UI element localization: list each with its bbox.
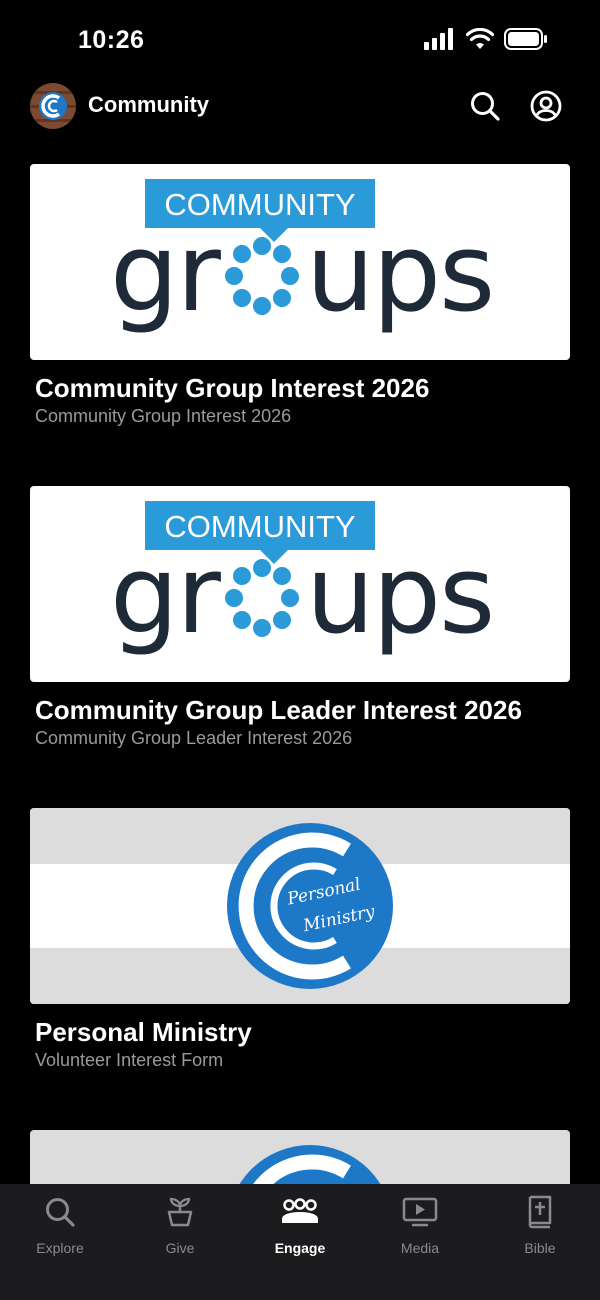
wifi-icon <box>466 28 494 49</box>
tab-label: Bible <box>524 1240 556 1256</box>
search-icon <box>46 1198 75 1227</box>
plant-icon <box>167 1197 193 1227</box>
signal-icon <box>424 28 453 50</box>
card-subtitle: Community Group Leader Interest 2026 <box>35 728 353 748</box>
card-community-group-interest[interactable]: COMMUNITY gr ups Community Group Interes… <box>30 164 570 426</box>
content-feed[interactable]: COMMUNITY gr ups Community Group Interes… <box>0 164 600 1184</box>
play-screen-icon <box>402 1197 438 1227</box>
tab-media[interactable]: Media <box>360 1194 480 1264</box>
search-button[interactable] <box>467 88 503 124</box>
profile-button[interactable] <box>528 88 564 124</box>
svg-text:gr: gr <box>110 211 222 336</box>
card-personal-ministry[interactable]: Personal Ministry Personal Ministry Volu… <box>30 808 570 1070</box>
tab-label: Engage <box>274 1240 326 1256</box>
user-circle-icon <box>530 90 562 122</box>
status-bar: 10:26 <box>0 0 600 80</box>
community-groups-logo-image: COMMUNITY gr ups <box>30 486 570 682</box>
card-title: Community Group Interest 2026 <box>35 373 430 403</box>
card-subtitle: Volunteer Interest Form <box>35 1050 224 1070</box>
tab-label: Explore <box>36 1240 84 1256</box>
personal-ministry-logo-image <box>30 1130 570 1184</box>
tab-engage[interactable]: Engage <box>240 1194 360 1264</box>
personal-ministry-logo-image: Personal Ministry <box>30 808 570 1004</box>
bible-icon <box>528 1195 552 1229</box>
status-icons <box>424 28 548 50</box>
community-groups-logo-image: COMMUNITY gr ups <box>30 164 570 360</box>
status-time: 10:26 <box>78 26 145 54</box>
page-title: Community <box>88 92 209 117</box>
tab-bible[interactable]: Bible <box>480 1194 600 1264</box>
card-title: Personal Ministry <box>35 1017 252 1047</box>
battery-icon <box>504 28 547 50</box>
card-community-group-leader-interest[interactable]: COMMUNITY gr ups Community Group Leader … <box>30 486 570 748</box>
app-header: Community <box>0 80 600 138</box>
svg-text:ups: ups <box>306 533 493 658</box>
tab-label: Media <box>400 1240 440 1256</box>
tab-label: Give <box>165 1240 195 1256</box>
tab-explore[interactable]: Explore <box>0 1194 120 1264</box>
tab-give[interactable]: Give <box>120 1194 240 1264</box>
svg-text:gr: gr <box>110 533 222 658</box>
search-icon <box>471 92 500 121</box>
svg-text:ups: ups <box>306 211 493 336</box>
card-partial[interactable] <box>30 1130 570 1184</box>
tab-bar: Explore Give Engage Media Bible <box>0 1184 600 1300</box>
card-title: Community Group Leader Interest 2026 <box>35 695 522 725</box>
church-logo-avatar[interactable] <box>30 83 76 129</box>
card-subtitle: Community Group Interest 2026 <box>35 406 292 426</box>
group-icon <box>282 1198 318 1223</box>
